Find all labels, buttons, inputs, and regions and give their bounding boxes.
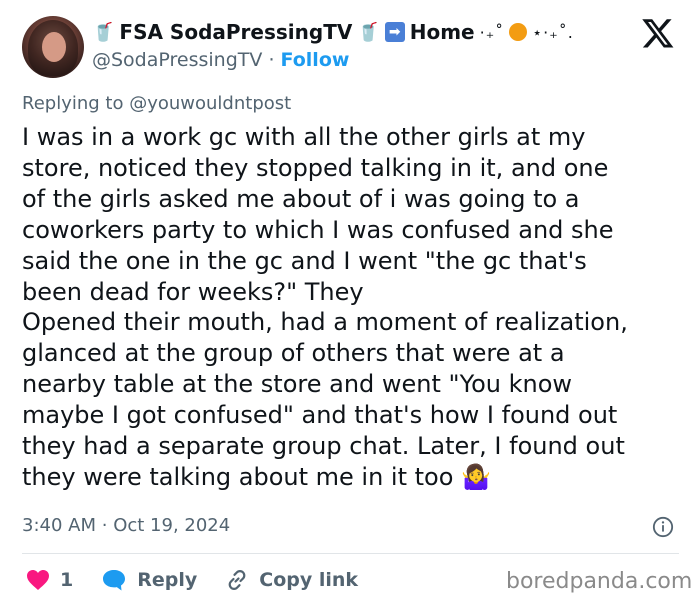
post-text: I was in a work gc with all the other gi… (22, 123, 628, 491)
info-icon[interactable] (652, 516, 674, 538)
author-name-row[interactable]: 🥤 FSA SodaPressingTV 🥤 ➡ Home ·₊˚ ⋆·₊˚. (92, 20, 574, 44)
divider (22, 553, 679, 554)
sparkle-decoration-icon-2: ⋆·₊˚. (532, 22, 574, 42)
like-count: 1 (60, 569, 74, 591)
heart-icon (27, 570, 49, 590)
display-name[interactable]: FSA SodaPressingTV (119, 20, 352, 44)
timestamp[interactable]: 3:40 AM · Oct 19, 2024 (22, 515, 230, 536)
replying-label: Replying to (22, 93, 124, 114)
handle[interactable]: @SodaPressingTV (92, 49, 262, 71)
cup-emoji-icon: 🥤 (92, 21, 115, 43)
separator-dot: · (268, 49, 275, 71)
reply-label: Reply (137, 569, 198, 591)
home-label: Home (409, 20, 475, 44)
like-button[interactable]: 1 (26, 569, 73, 591)
action-bar: 1 Reply Copy link (26, 568, 386, 592)
right-arrow-icon: ➡ (384, 22, 405, 42)
cup-emoji-icon-2: 🥤 (357, 21, 380, 43)
speech-bubble-icon (103, 570, 126, 591)
handle-row: @SodaPressingTV · Follow (92, 49, 349, 71)
reply-target-handle[interactable]: @youwouldntpost (129, 93, 291, 114)
copy-link-button[interactable]: Copy link (225, 568, 358, 592)
link-icon (228, 570, 246, 590)
avatar[interactable] (22, 16, 84, 78)
copy-link-label: Copy link (259, 569, 359, 591)
orange-icon (509, 23, 528, 41)
avatar-face (42, 32, 66, 62)
post-time: 3:40 AM (22, 515, 96, 536)
sparkle-decoration-icon: ·₊˚ (479, 22, 505, 42)
reply-button[interactable]: Reply (101, 568, 197, 592)
watermark: boredpanda.com (506, 569, 693, 594)
x-logo-icon[interactable] (641, 16, 675, 50)
timestamp-separator: · (101, 515, 108, 536)
post-date: Oct 19, 2024 (113, 515, 231, 536)
replying-to: Replying to @youwouldntpost (22, 93, 291, 114)
follow-button[interactable]: Follow (281, 49, 350, 71)
